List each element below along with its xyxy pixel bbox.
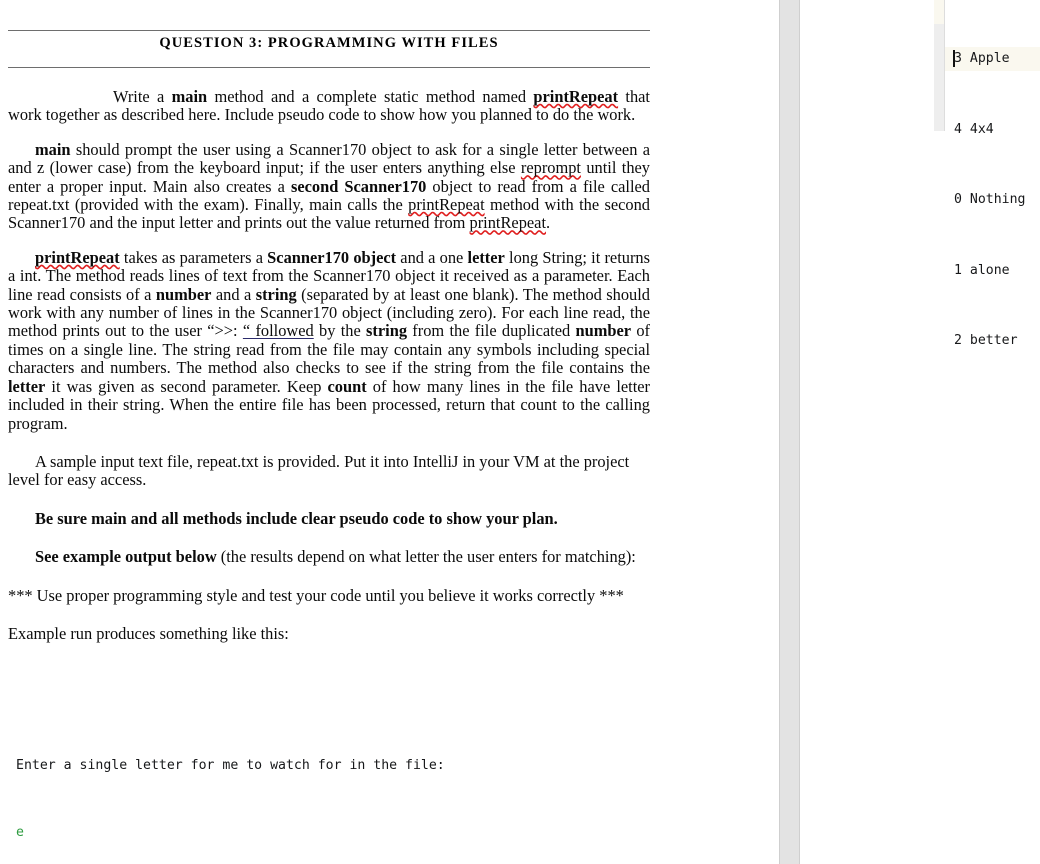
editor-content-lines[interactable]: 3 Apple 4 4x4 0 Nothing 1 alone 2 better	[945, 0, 1040, 400]
p3-bold-count: count	[327, 376, 367, 396]
editor-line[interactable]: 0 Nothing	[945, 188, 1040, 212]
editor-line-number-value: 0	[954, 192, 962, 207]
editor-inner: 3 Apple 4 4x4 0 Nothing 1 alone 2 better	[934, 0, 1040, 864]
editor-line[interactable]: 3 Apple	[945, 47, 1040, 71]
p3-misspelled-printrepeat: printRepeat	[35, 247, 120, 267]
p2-misspelled-printrepeat-2: printRepeat	[469, 213, 546, 233]
p3-bold-letter-2: letter	[8, 376, 46, 396]
editor-line-number-value: 1	[954, 262, 962, 278]
p3-bold-number-2: number	[575, 321, 632, 341]
editor-line-word: better	[969, 333, 1018, 348]
editor-line-word: Apple	[969, 51, 1010, 66]
p2-bold-second-scanner: second Scanner170	[290, 176, 427, 196]
console-line-prompt: Enter a single letter for me to watch fo…	[16, 758, 445, 774]
editor-line-word: Nothing	[969, 192, 1026, 207]
pane-separator	[779, 0, 800, 864]
p2-seg-e: .	[546, 213, 551, 233]
p1-seg-a: Write a	[113, 87, 172, 106]
paragraph-intro: Write a main method and a complete stati…	[8, 87, 650, 125]
p3-bold-scanner-object: Scanner170 object	[267, 247, 397, 267]
console-line-user-input: e	[16, 824, 24, 840]
p2-misspelled-reprompt: reprompt	[520, 158, 581, 178]
editor-line-number-value: 3	[954, 51, 962, 66]
paragraph-style-note: *** Use proper programming style and tes…	[8, 585, 624, 605]
p3-seg-f: by the	[313, 321, 367, 341]
editor-line-number-value: 4	[954, 121, 962, 137]
p3-seg-g: from the file duplicated	[407, 321, 576, 341]
editor-line-word: alone	[969, 262, 1010, 278]
p3-seg-d: and a	[211, 284, 256, 304]
paragraph-example-run: Example run produces something like this…	[8, 623, 289, 643]
p3-bold-string: string	[255, 284, 297, 304]
editor-line[interactable]: 4 4x4	[945, 118, 1040, 142]
document-pane[interactable]: QUESTION 3: PROGRAMMING WITH FILES Write…	[0, 0, 779, 864]
text-editor-pane[interactable]: 3 Apple 4 4x4 0 Nothing 1 alone 2 better	[801, 0, 1040, 864]
paragraph-see-example: See example output below (the results de…	[8, 547, 650, 567]
console-clipped-line: ...	[16, 702, 40, 711]
p3-seg-b: and a one	[396, 247, 468, 267]
console-output-block: ... Enter a single letter for me to watc…	[16, 655, 650, 864]
p2-misspelled-printrepeat-1: printRepeat	[408, 195, 485, 215]
p1-seg-b: method and a complete static method name…	[207, 87, 534, 106]
editor-line[interactable]: 2 better	[945, 329, 1040, 353]
paragraph-main-spec: main should prompt the user using a Scan…	[8, 139, 650, 233]
p4-text: A sample input text file, repeat.txt is …	[8, 451, 630, 490]
p1-bold-printrepeat: printRepeat	[533, 87, 619, 106]
paragraph-pseudocode-note: Be sure main and all methods include cle…	[8, 508, 650, 528]
p3-seg-a: takes as parameters a	[119, 247, 268, 267]
p3-underlined-followed: “ followed	[242, 321, 314, 341]
p1-bold-main: main	[171, 87, 208, 106]
p5-bold-text: Be sure main and all methods include cle…	[35, 508, 558, 528]
editor-gutter	[934, 0, 945, 131]
editor-line-number-value: 2	[954, 333, 962, 348]
editor-line[interactable]: 1 alone	[945, 259, 1040, 283]
paragraph-printrepeat-spec: printRepeat takes as parameters a Scanne…	[8, 247, 650, 433]
paragraph-sample-file: A sample input text file, repeat.txt is …	[8, 451, 650, 490]
p3-bold-letter: letter	[467, 247, 505, 267]
p3-seg-i: it was given as second parameter. Keep	[45, 376, 328, 396]
p3-bold-number: number	[155, 284, 212, 304]
document-body: QUESTION 3: PROGRAMMING WITH FILES Write…	[8, 0, 650, 864]
editor-line-word: 4x4	[969, 121, 994, 137]
p3-bold-string-2: string	[366, 321, 408, 341]
page-title: QUESTION 3: PROGRAMMING WITH FILES	[159, 35, 499, 51]
p6-rest-text: (the results depend on what letter the u…	[216, 547, 636, 567]
p6-bold-text: See example output below	[35, 547, 217, 567]
p2-bold-main: main	[35, 139, 71, 159]
